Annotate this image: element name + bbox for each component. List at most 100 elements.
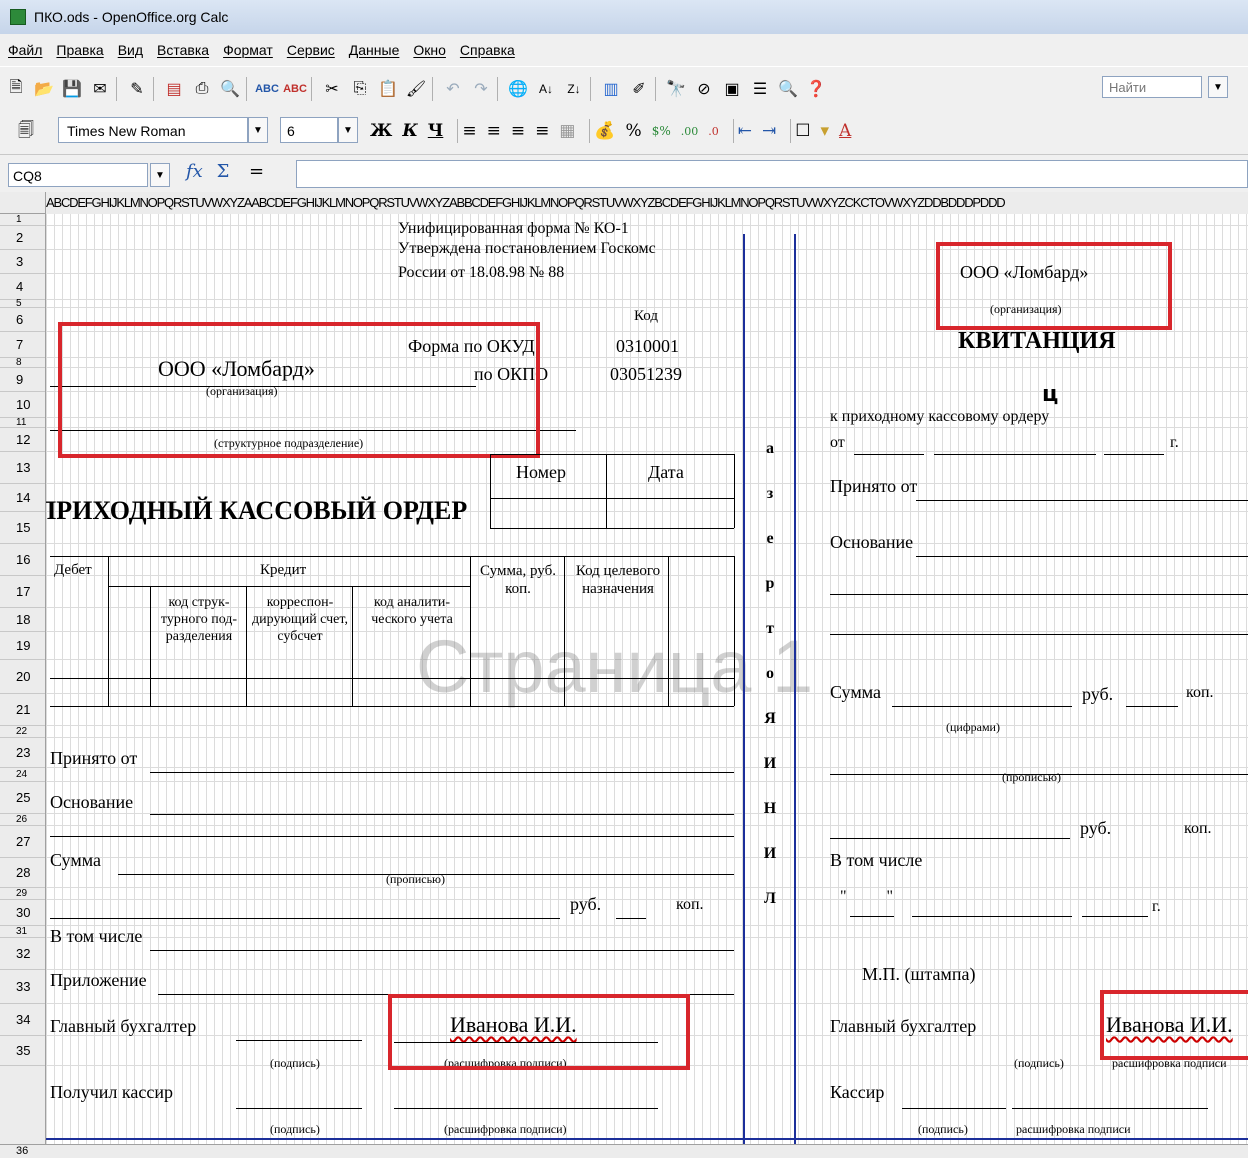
row-number[interactable]: 3 <box>0 250 45 274</box>
find-replace-icon[interactable]: 🔭 <box>664 77 688 101</box>
row-number[interactable]: 28 <box>0 858 45 888</box>
print-icon[interactable]: ⎙ <box>190 77 214 101</box>
redo-icon[interactable]: ↷ <box>469 77 493 101</box>
save-icon[interactable]: 💾 <box>60 77 84 101</box>
help-icon[interactable]: ❓ <box>804 77 828 101</box>
row-number[interactable]: 24 <box>0 768 45 782</box>
column-header[interactable]: ABCDEFGHIJKLMNOPQRSTUVWXYZAABCDEFGHIJKLM… <box>46 192 1248 215</box>
row-number[interactable]: 8 <box>0 358 45 368</box>
row-number[interactable]: 31 <box>0 926 45 938</box>
row-header[interactable]: 1 2 3 4 5 6 7 8 9 10 11 12 13 14 15 16 17 18 19 20 21 22 23 24 2… <box>0 214 46 1144</box>
sort-ascending-icon[interactable]: A↓ <box>534 77 558 101</box>
font-name-dropdown-icon[interactable]: ▼ <box>248 117 268 143</box>
percent-format-icon[interactable]: % <box>626 121 642 141</box>
add-decimal-icon[interactable]: .00 <box>681 125 699 138</box>
background-color-icon[interactable]: ▾ <box>821 121 830 141</box>
underline-button[interactable]: Ч <box>428 121 444 141</box>
row-number[interactable]: 18 <box>0 608 45 632</box>
font-size-input[interactable]: 6 <box>280 117 338 143</box>
styles-icon[interactable]: 🗐 <box>14 120 38 144</box>
find-input[interactable]: Найти <box>1102 76 1202 98</box>
autospell-icon[interactable]: ABC <box>283 77 307 101</box>
hyperlink-icon[interactable]: 🌐 <box>506 77 530 101</box>
row-number[interactable]: 9 <box>0 368 45 392</box>
row-number[interactable]: 7 <box>0 332 45 358</box>
decrease-indent-icon[interactable]: ⇤ <box>738 121 752 141</box>
row-number[interactable]: 34 <box>0 1004 45 1036</box>
menu-edit[interactable]: Правка <box>56 42 103 58</box>
sort-descending-icon[interactable]: Z↓ <box>562 77 586 101</box>
row-number[interactable]: 30 <box>0 900 45 926</box>
undo-icon[interactable]: ↶ <box>441 77 465 101</box>
row-number[interactable]: 21 <box>0 694 45 726</box>
menu-format[interactable]: Формат <box>223 42 273 58</box>
function-icon[interactable]: = <box>249 161 264 182</box>
row-number[interactable]: 20 <box>0 660 45 694</box>
row-number[interactable]: 11 <box>0 418 45 428</box>
find-dropdown-icon[interactable]: ▼ <box>1208 76 1228 98</box>
font-color-icon[interactable]: A <box>839 121 851 141</box>
row-number[interactable]: 6 <box>0 308 45 332</box>
increase-indent-icon[interactable]: ⇥ <box>762 121 776 141</box>
menu-window[interactable]: Окно <box>413 42 446 58</box>
row-number[interactable]: 10 <box>0 392 45 418</box>
new-document-icon[interactable]: 🗎 <box>4 77 28 101</box>
delete-decimal-icon[interactable]: .0 <box>708 125 719 138</box>
align-left-icon[interactable]: ≡ <box>462 121 476 141</box>
borders-icon[interactable]: ☐ <box>795 121 810 141</box>
row-number[interactable]: 2 <box>0 226 45 250</box>
menu-file[interactable]: Файл <box>8 42 42 58</box>
menu-insert[interactable]: Вставка <box>157 42 209 58</box>
row-number[interactable]: 17 <box>0 576 45 608</box>
name-box-dropdown-icon[interactable]: ▼ <box>150 163 170 187</box>
copy-icon[interactable]: ⎘ <box>348 77 372 101</box>
sum-icon[interactable]: Σ <box>217 161 230 182</box>
align-right-icon[interactable]: ≡ <box>511 121 525 141</box>
menu-help[interactable]: Справка <box>460 42 515 58</box>
align-center-icon[interactable]: ≡ <box>487 121 501 141</box>
email-icon[interactable]: ✉ <box>88 77 112 101</box>
row-number[interactable]: 33 <box>0 970 45 1004</box>
row-number[interactable]: 15 <box>0 512 45 544</box>
row-number[interactable]: 22 <box>0 726 45 738</box>
export-pdf-icon[interactable]: ▤ <box>162 77 186 101</box>
name-box[interactable]: CQ8 <box>8 163 148 187</box>
menu-view[interactable]: Вид <box>118 42 143 58</box>
navigator-icon[interactable]: ⊘ <box>692 77 716 101</box>
row-number[interactable]: 29 <box>0 888 45 900</box>
select-all-corner[interactable] <box>0 192 46 214</box>
italic-button[interactable]: К <box>402 121 417 141</box>
row-number[interactable]: 13 <box>0 452 45 484</box>
insert-chart-icon[interactable]: ▥ <box>599 77 623 101</box>
open-folder-icon[interactable]: 📂 <box>32 77 56 101</box>
row-number[interactable]: 1 <box>0 214 45 226</box>
row-number[interactable]: 25 <box>0 782 45 814</box>
data-sources-icon[interactable]: ☰ <box>748 77 772 101</box>
row-number[interactable]: 4 <box>0 274 45 300</box>
row-number[interactable]: 19 <box>0 632 45 660</box>
spellcheck-icon[interactable]: ABC <box>255 77 279 101</box>
currency-format-icon[interactable]: 💰 <box>594 121 615 141</box>
show-draw-icon[interactable]: ✐ <box>627 77 651 101</box>
function-wizard-icon[interactable]: fx <box>186 161 203 182</box>
page-preview-icon[interactable]: 🔍 <box>218 77 242 101</box>
formula-input[interactable] <box>296 160 1248 188</box>
row-number[interactable]: 5 <box>0 299 45 309</box>
edit-file-icon[interactable]: ✎ <box>125 77 149 101</box>
zoom-icon[interactable]: 🔍 <box>776 77 800 101</box>
font-size-dropdown-icon[interactable]: ▼ <box>338 117 358 143</box>
row-number[interactable]: 14 <box>0 484 45 512</box>
row-number[interactable]: 26 <box>0 814 45 826</box>
gallery-icon[interactable]: ▣ <box>720 77 744 101</box>
paste-icon[interactable]: 📋 <box>376 77 400 101</box>
format-paintbrush-icon[interactable]: 🖌 <box>404 77 428 101</box>
standard-format-icon[interactable]: $% <box>652 124 671 138</box>
sheet-area[interactable]: Страница 1 Унифицированная форма № КО-1 … <box>46 214 1248 1144</box>
menu-tools[interactable]: Сервис <box>287 42 335 58</box>
row-number[interactable]: 35 <box>0 1036 45 1066</box>
row-number[interactable]: 12 <box>0 428 45 452</box>
justify-icon[interactable]: ≡ <box>535 121 549 141</box>
row-number[interactable]: 16 <box>0 544 45 576</box>
font-name-input[interactable]: Times New Roman <box>58 117 248 143</box>
cut-icon[interactable]: ✂ <box>320 77 344 101</box>
